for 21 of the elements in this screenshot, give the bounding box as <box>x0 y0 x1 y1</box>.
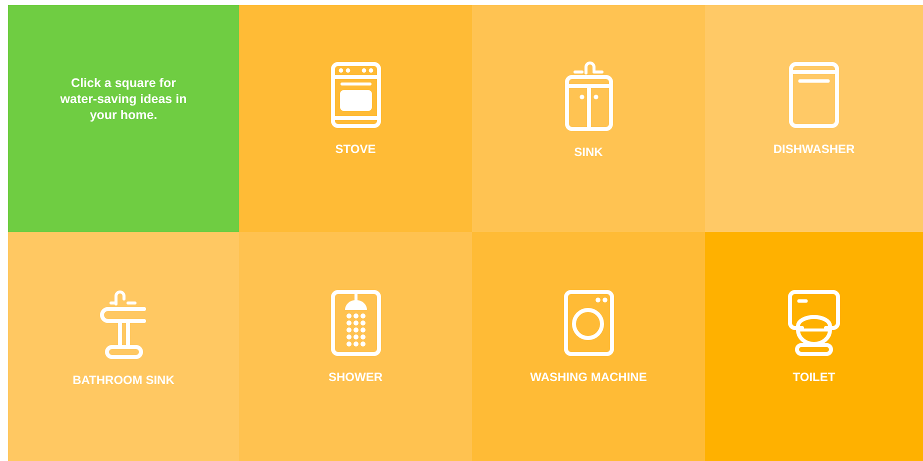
appliance-tile[interactable]: BATHROOM SINK <box>8 232 239 461</box>
appliance-tile[interactable]: SHOWER <box>239 232 472 461</box>
dishwasher-icon <box>789 62 839 128</box>
appliance-tile[interactable]: SINK <box>472 5 705 232</box>
stove-icon <box>330 62 380 128</box>
toilet-icon <box>788 290 840 356</box>
appliance-label: BATHROOM SINK <box>72 372 174 386</box>
intro-text: Click a square for water-saving ideas in your home. <box>59 74 188 122</box>
appliance-label: SINK <box>574 144 603 158</box>
appliance-label: SHOWER <box>328 370 382 384</box>
appliance-label: STOVE <box>335 142 376 156</box>
washing-machine-icon <box>564 290 614 356</box>
appliance-label: DISHWASHER <box>773 142 855 156</box>
sink-icon <box>564 58 614 130</box>
appliance-label: TOILET <box>792 370 836 384</box>
appliance-label: WASHING MACHINE <box>530 370 647 384</box>
appliance-tile[interactable]: TOILET <box>705 232 923 461</box>
appliance-tile[interactable]: WASHING MACHINE <box>472 232 705 461</box>
appliance-tile[interactable]: STOVE <box>239 5 472 232</box>
shower-icon <box>330 290 380 356</box>
appliance-tile[interactable]: DISHWASHER <box>705 5 923 232</box>
